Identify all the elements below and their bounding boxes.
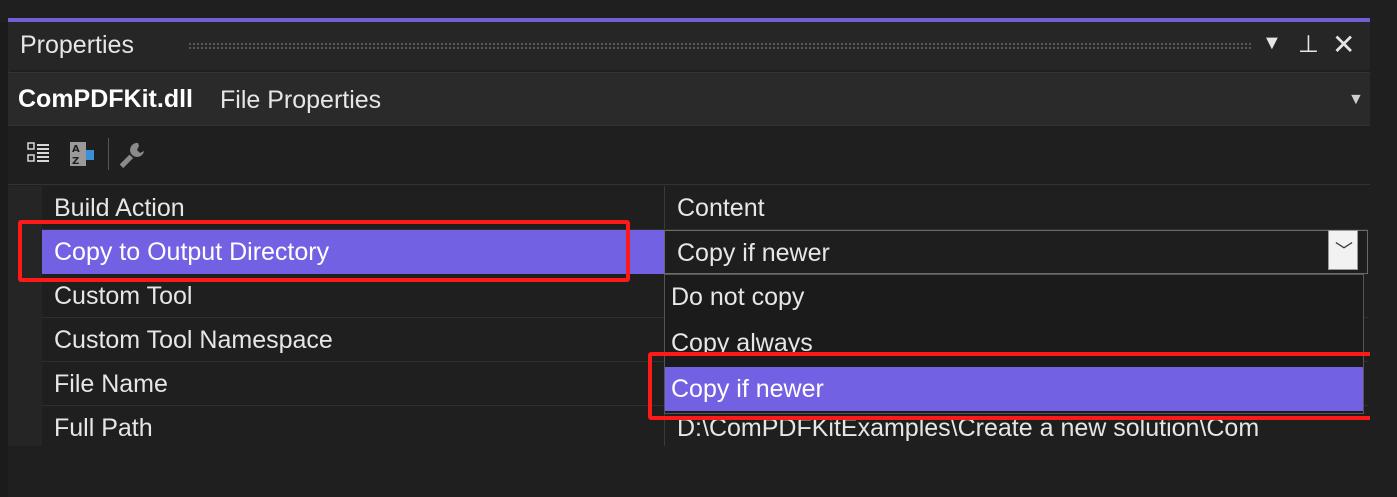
object-type: File Properties <box>220 86 382 114</box>
property-value-combo[interactable]: Copy if newer <box>664 230 1368 274</box>
highlight-box-property <box>18 220 630 282</box>
property-name: File Name <box>54 370 168 398</box>
pin-icon[interactable]: ⊥ <box>1298 30 1319 58</box>
svg-text:A: A <box>72 144 80 155</box>
svg-text:Z: Z <box>72 156 79 167</box>
property-pages-icon[interactable] <box>120 140 148 168</box>
panel-titlebar[interactable]: Properties ▼ ⊥ ✕ <box>8 22 1370 70</box>
property-value[interactable]: Content <box>664 186 1368 230</box>
chevron-down-icon[interactable]: ▼ <box>1262 32 1282 55</box>
chevron-down-icon: ﹀ <box>1335 241 1353 261</box>
row-gutter <box>8 318 42 362</box>
properties-toolbar: A Z <box>8 126 1370 185</box>
property-name: Full Path <box>54 414 153 442</box>
toolbar-separator <box>108 138 109 170</box>
alphabetical-icon[interactable]: A Z <box>68 140 96 168</box>
row-gutter <box>8 362 42 406</box>
drag-grip[interactable] <box>188 42 1252 50</box>
dropdown-option[interactable]: Do not copy <box>665 275 1363 319</box>
description-area <box>8 446 1370 497</box>
row-gutter <box>8 406 42 450</box>
object-selector[interactable]: ComPDFKit.dll File Properties ▼ <box>8 72 1370 126</box>
side-tab-strip <box>1370 0 1397 497</box>
chevron-down-icon[interactable]: ▼ <box>1348 91 1364 109</box>
panel-title: Properties <box>20 31 134 59</box>
close-icon[interactable]: ✕ <box>1332 28 1355 61</box>
combo-dropdown-button[interactable]: ﹀ <box>1328 230 1358 270</box>
object-name: ComPDFKit.dll <box>18 85 193 113</box>
properties-panel: Properties ▼ ⊥ ✕ ComPDFKit.dll File Prop… <box>0 0 1397 497</box>
highlight-box-option <box>648 352 1382 420</box>
property-name: Custom Tool Namespace <box>54 326 333 354</box>
categorized-icon[interactable] <box>26 140 54 168</box>
